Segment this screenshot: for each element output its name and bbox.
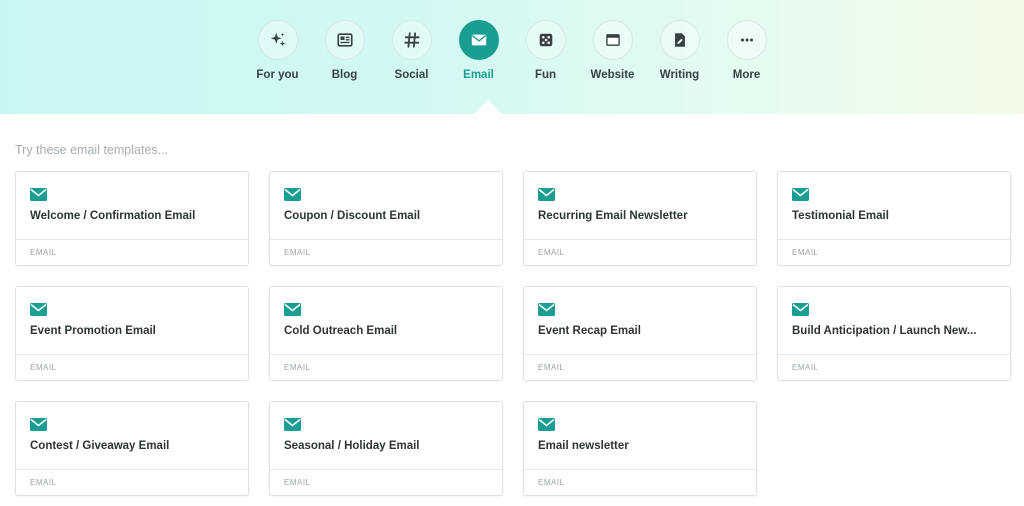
section-title: Try these email templates... — [15, 143, 169, 157]
category-label: Email — [463, 69, 494, 81]
template-card[interactable]: Seasonal / Holiday Email EMAIL — [269, 401, 503, 496]
template-card[interactable]: Build Anticipation / Launch New... EMAIL — [777, 286, 1011, 381]
card-divider — [778, 354, 1010, 355]
category-blog[interactable]: Blog — [311, 20, 378, 81]
envelope-icon — [284, 188, 301, 201]
template-card[interactable]: Welcome / Confirmation Email EMAIL — [15, 171, 249, 266]
template-card[interactable]: Event Promotion Email EMAIL — [15, 286, 249, 381]
card-divider — [524, 239, 756, 240]
template-tag: EMAIL — [538, 363, 565, 372]
template-title: Build Anticipation / Launch New... — [792, 325, 977, 337]
envelope-icon — [30, 188, 47, 201]
template-tag: EMAIL — [538, 478, 565, 487]
template-tag: EMAIL — [284, 478, 311, 487]
envelope-icon — [471, 34, 486, 46]
category-more[interactable]: More — [713, 20, 780, 81]
template-tag: EMAIL — [284, 248, 311, 257]
more-dots-icon — [740, 38, 753, 42]
envelope-icon — [538, 303, 555, 316]
category-label: Fun — [534, 69, 557, 81]
template-tag: EMAIL — [284, 363, 311, 372]
category-label: Writing — [659, 69, 700, 81]
category-writing[interactable]: Writing — [646, 20, 713, 81]
template-title: Contest / Giveaway Email — [30, 440, 170, 452]
category-email[interactable]: Email — [445, 20, 512, 81]
category-label: More — [732, 69, 761, 81]
template-title: Coupon / Discount Email — [284, 210, 421, 222]
category-for-you[interactable]: For you — [244, 20, 311, 81]
card-divider — [778, 239, 1010, 240]
category-label: Website — [590, 69, 635, 81]
template-card[interactable]: Coupon / Discount Email EMAIL — [269, 171, 503, 266]
template-card[interactable]: Testimonial Email EMAIL — [777, 171, 1011, 266]
sparkle-icon — [270, 32, 285, 47]
card-divider — [16, 469, 248, 470]
template-title: Welcome / Confirmation Email — [30, 210, 196, 222]
template-title: Recurring Email Newsletter — [538, 210, 688, 222]
template-card[interactable]: Cold Outreach Email EMAIL — [269, 286, 503, 381]
template-title: Seasonal / Holiday Email — [284, 440, 420, 452]
template-title: Event Promotion Email — [30, 325, 156, 337]
active-tab-pointer — [474, 100, 502, 114]
newspaper-icon — [336, 33, 353, 47]
hashtag-icon — [403, 32, 420, 48]
envelope-icon — [538, 418, 555, 431]
category-label: Social — [394, 69, 429, 81]
card-divider — [16, 354, 248, 355]
template-card[interactable]: Contest / Giveaway Email EMAIL — [15, 401, 249, 496]
envelope-icon — [30, 303, 47, 316]
envelope-icon — [792, 303, 809, 316]
template-grid: Welcome / Confirmation Email EMAIL Coupo… — [15, 171, 1011, 496]
category-nav: For you Blog Social Email Fun Website Wr… — [0, 20, 1024, 81]
template-title: Email newsletter — [538, 440, 629, 452]
category-website[interactable]: Website — [579, 20, 646, 81]
category-label: For you — [256, 69, 299, 81]
envelope-icon — [538, 188, 555, 201]
category-social[interactable]: Social — [378, 20, 445, 81]
template-tag: EMAIL — [792, 248, 819, 257]
dice-icon — [539, 33, 552, 47]
card-divider — [524, 354, 756, 355]
document-pen-icon — [674, 33, 685, 47]
template-title: Event Recap Email — [538, 325, 641, 337]
template-card[interactable]: Email newsletter EMAIL — [523, 401, 757, 496]
card-divider — [270, 469, 502, 470]
category-hero: For you Blog Social Email Fun Website Wr… — [0, 0, 1024, 114]
template-title: Testimonial Email — [792, 210, 889, 222]
template-tag: EMAIL — [792, 363, 819, 372]
envelope-icon — [30, 418, 47, 431]
category-label: Blog — [331, 69, 358, 81]
template-tag: EMAIL — [30, 478, 57, 487]
template-card[interactable]: Recurring Email Newsletter EMAIL — [523, 171, 757, 266]
card-divider — [270, 239, 502, 240]
template-tag: EMAIL — [538, 248, 565, 257]
template-tag: EMAIL — [30, 248, 57, 257]
template-card[interactable]: Event Recap Email EMAIL — [523, 286, 757, 381]
card-divider — [16, 239, 248, 240]
card-divider — [270, 354, 502, 355]
envelope-icon — [792, 188, 809, 201]
envelope-icon — [284, 418, 301, 431]
envelope-icon — [284, 303, 301, 316]
template-title: Cold Outreach Email — [284, 325, 398, 337]
template-tag: EMAIL — [30, 363, 57, 372]
card-divider — [524, 469, 756, 470]
browser-window-icon — [605, 34, 620, 46]
category-fun[interactable]: Fun — [512, 20, 579, 81]
